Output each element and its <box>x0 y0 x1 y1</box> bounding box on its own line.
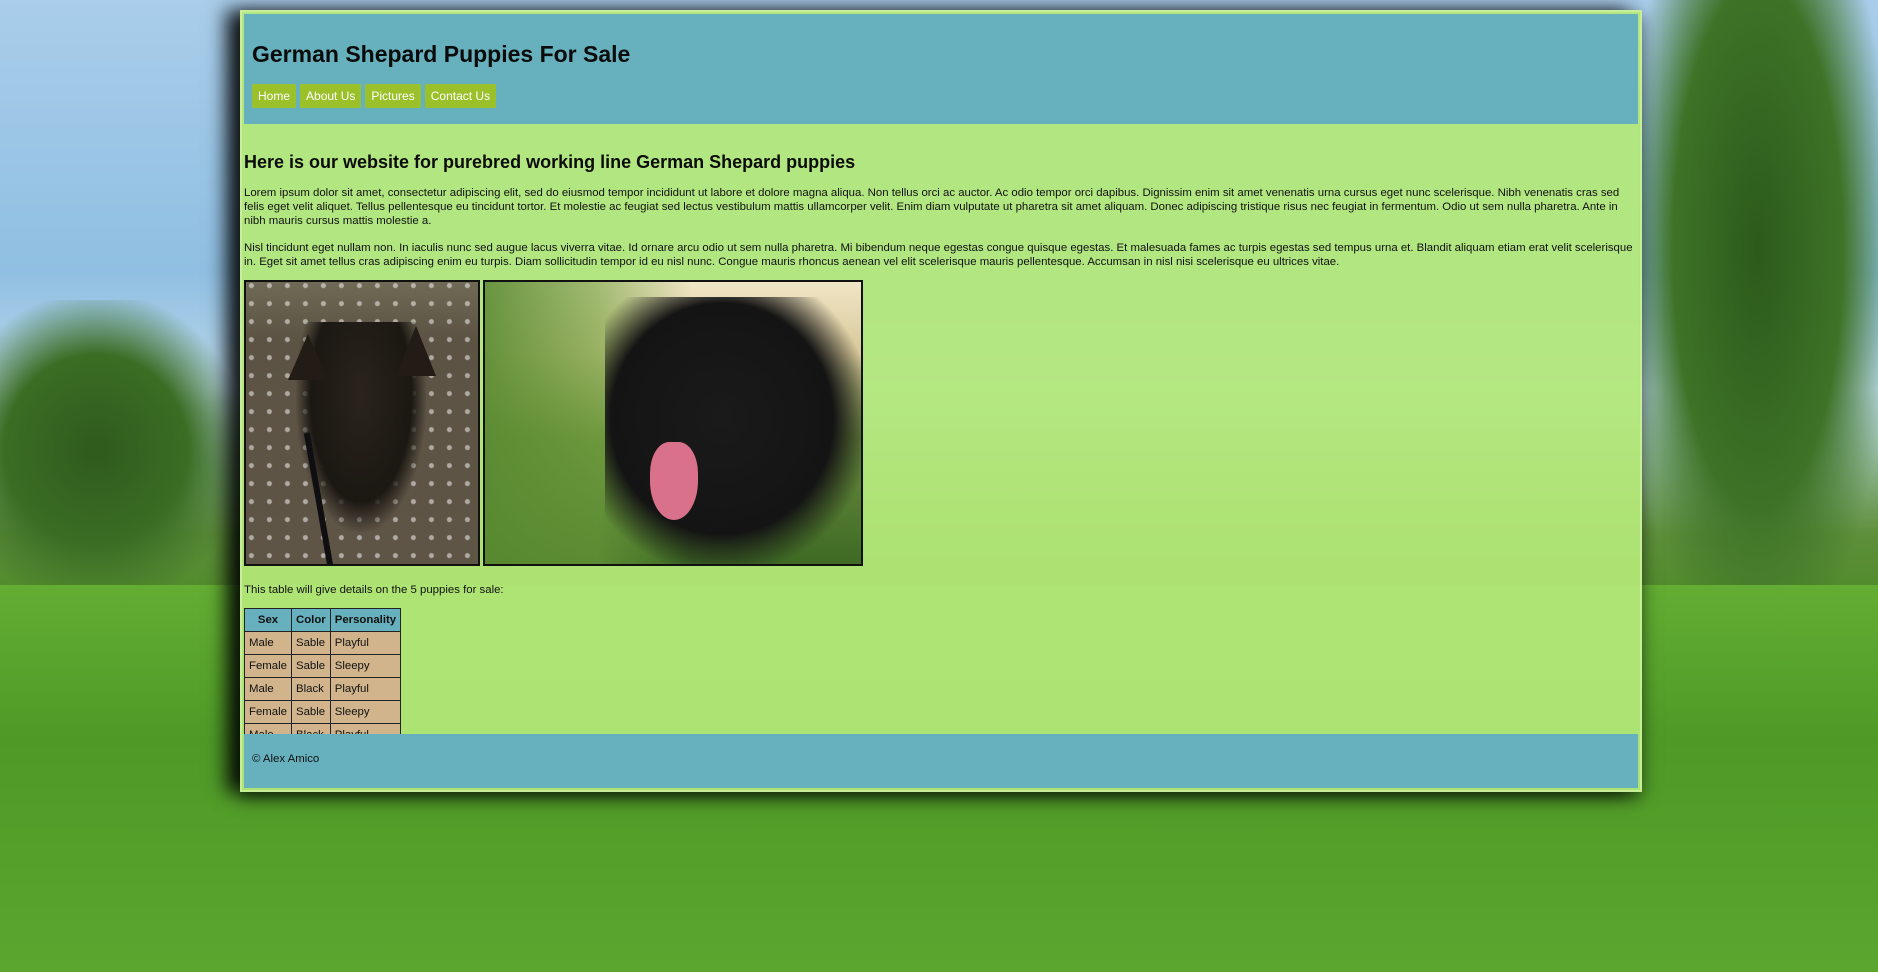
cell-color: Black <box>290 677 331 701</box>
site-footer: © Alex Amico <box>244 734 1638 788</box>
puppies-table: Sex Color Personality Male Sable Playful… <box>244 608 402 747</box>
column-header-sex: Sex <box>244 608 292 632</box>
dog-ear-left <box>288 334 328 380</box>
photo-gallery <box>244 280 1636 566</box>
table-row: Male Sable Playful <box>244 631 402 655</box>
column-header-personality: Personality <box>329 608 402 632</box>
table-row: Female Sable Sleepy <box>244 700 402 724</box>
cell-sex: Female <box>244 700 292 724</box>
nav-pictures-link[interactable]: Pictures <box>365 84 421 108</box>
cell-sex: Male <box>244 631 292 655</box>
puppy-photo <box>483 280 863 566</box>
cell-color: Sable <box>290 631 331 655</box>
cell-personality: Sleepy <box>329 700 402 724</box>
cell-color: Sable <box>290 654 331 678</box>
nav-contact-us-link[interactable]: Contact Us <box>424 84 497 108</box>
main-heading: Here is our website for purebred working… <box>244 152 856 172</box>
background-trees-left <box>0 300 240 600</box>
copyright-text: © Alex Amico <box>252 753 320 765</box>
site-header: German Shepard Puppies For Sale Home Abo… <box>244 14 1638 124</box>
main-content: Here is our website for purebred working… <box>244 124 1636 747</box>
intro-paragraph-1: Lorem ipsum dolor sit amet, consectetur … <box>244 187 1620 227</box>
puppy-tongue <box>650 442 698 520</box>
cell-personality: Playful <box>329 631 402 655</box>
intro-paragraph-2: Nisl tincidunt eget nullam non. In iacul… <box>244 242 1633 268</box>
table-row: Male Black Playful <box>244 677 402 701</box>
table-intro-text: This table will give details on the 5 pu… <box>244 584 504 596</box>
site-title: German Shepard Puppies For Sale <box>252 41 631 67</box>
background-trees-right <box>1638 0 1878 620</box>
table-header-row: Sex Color Personality <box>244 608 402 632</box>
cell-sex: Male <box>244 677 292 701</box>
table-row: Female Sable Sleepy <box>244 654 402 678</box>
dog-ear-right <box>396 326 436 376</box>
cell-color: Sable <box>290 700 331 724</box>
cell-sex: Female <box>244 654 292 678</box>
cell-personality: Playful <box>329 677 402 701</box>
page-container: German Shepard Puppies For Sale Home Abo… <box>240 10 1642 792</box>
nav-home-link[interactable]: Home <box>252 84 297 108</box>
adult-dog-photo <box>244 280 480 566</box>
puppy-figure <box>605 297 861 564</box>
nav-about-us-link[interactable]: About Us <box>300 84 362 108</box>
column-header-color: Color <box>290 608 331 632</box>
cell-personality: Sleepy <box>329 654 402 678</box>
main-nav: Home About Us Pictures Contact Us <box>252 84 497 108</box>
